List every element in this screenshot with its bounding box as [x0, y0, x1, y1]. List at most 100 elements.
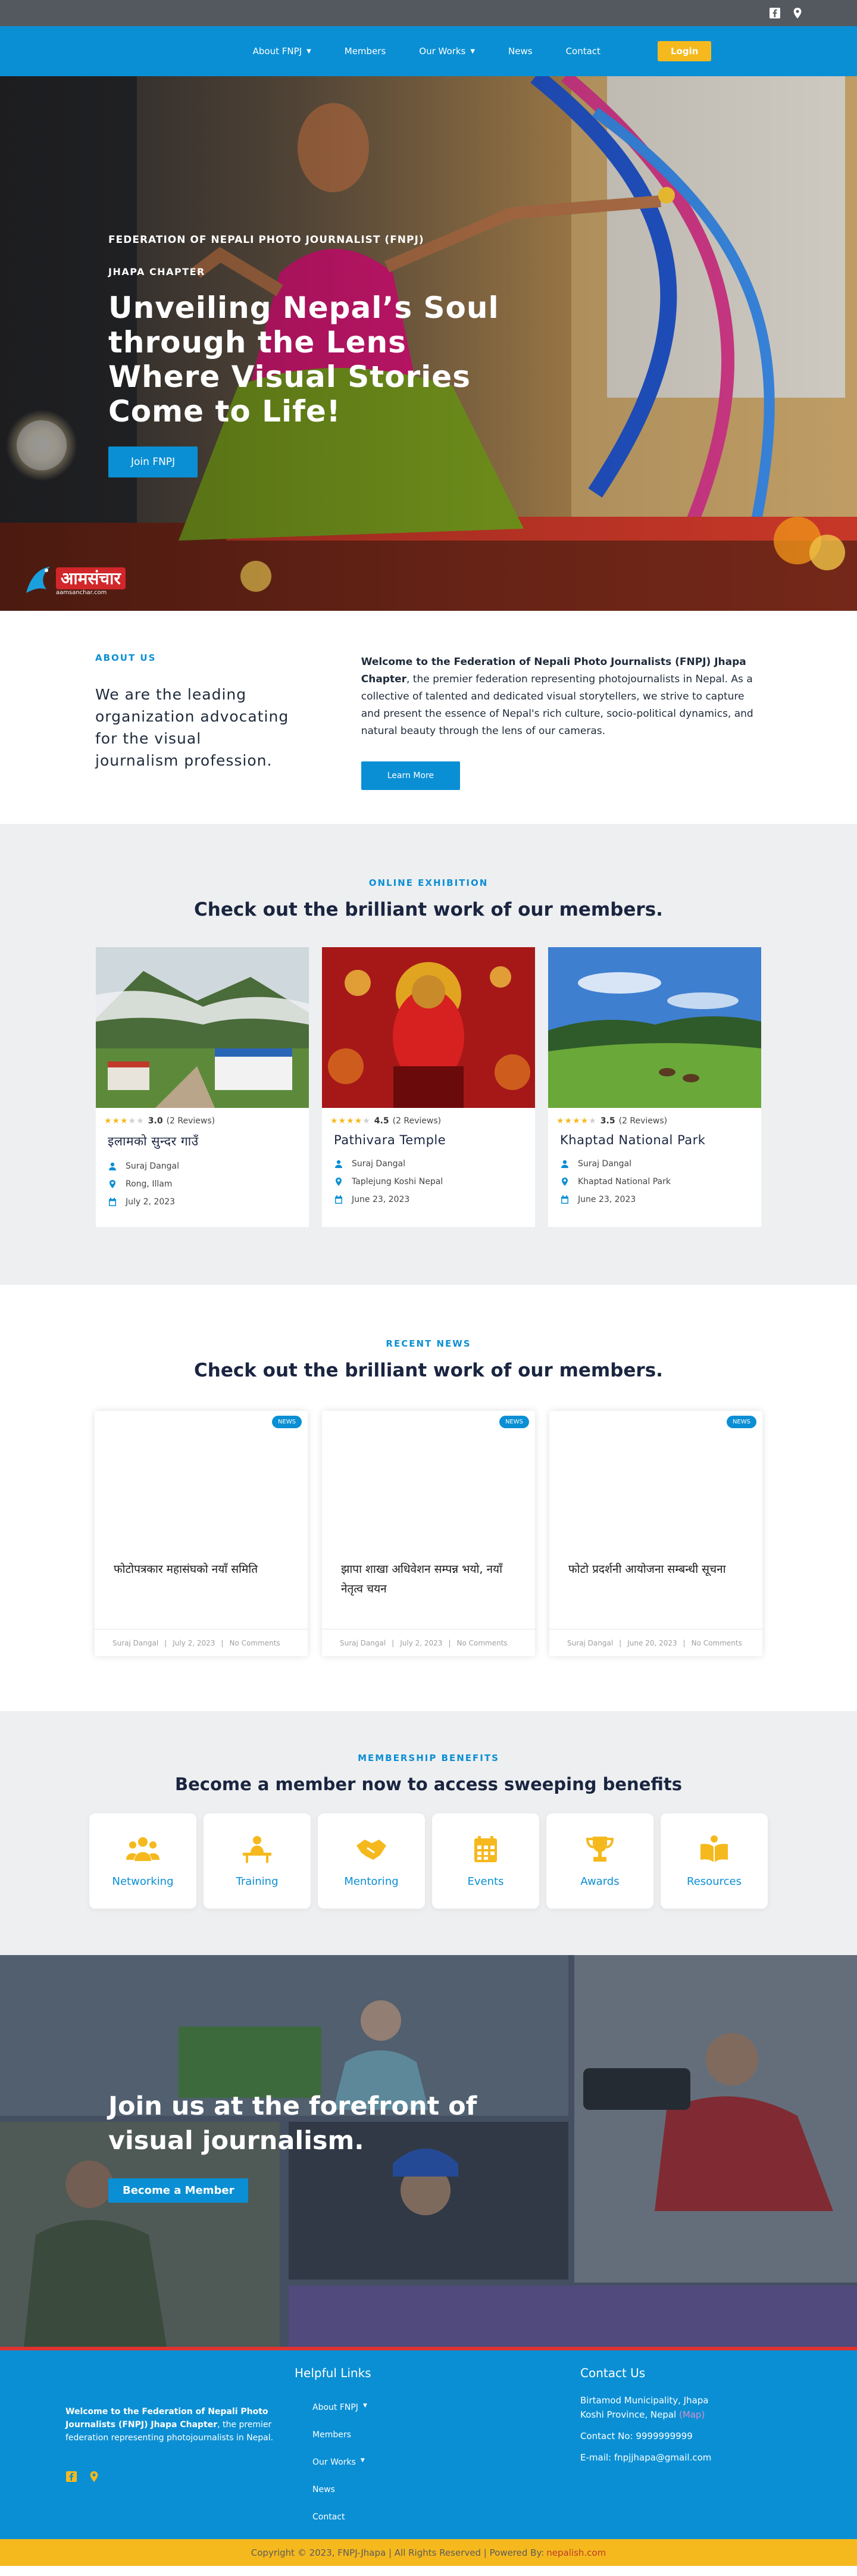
star-rating-icon: ★★★★★ — [104, 1116, 145, 1126]
date-text: June 23, 2023 — [352, 1195, 410, 1204]
login-button[interactable]: Login — [657, 41, 712, 61]
meta-date: July 2, 2023 — [108, 1197, 309, 1207]
map-pin-icon[interactable] — [792, 7, 803, 19]
benefit-label: Awards — [580, 1875, 620, 1888]
exhibition-image-khaptad[interactable] — [548, 947, 761, 1108]
benefit-label: Mentoring — [344, 1875, 399, 1888]
footer-contact-title: Contact Us — [580, 2366, 646, 2380]
nav-about-fnpj[interactable]: About FNPJ ▼ — [253, 46, 311, 57]
news-card[interactable]: NEWS फोटोपत्रकार महासंघको नयाँ समिति Sur… — [95, 1411, 308, 1656]
news-card-title[interactable]: फोटो प्रदर्शनी आयोजना सम्बन्धी सूचना — [568, 1560, 745, 1579]
meta-location: Taplejung Koshi Nepal — [334, 1177, 535, 1186]
join-fnpj-button[interactable]: Join FNPJ — [108, 446, 198, 477]
benefit-resources[interactable]: Resources — [661, 1813, 768, 1909]
exhibition-card[interactable]: ★★★★★ 3.5 (2 Reviews) Khaptad National Par… — [548, 947, 761, 1227]
handshake-icon — [354, 1835, 389, 1863]
rating-reviews: (2 Reviews) — [618, 1116, 668, 1126]
presentation-icon — [240, 1835, 274, 1863]
nav-our-works[interactable]: Our Works ▼ — [419, 46, 475, 57]
date-text: July 2, 2023 — [126, 1197, 176, 1207]
news-card-footer: Suraj Dangal | July 2, 2023 | No Comments — [322, 1629, 535, 1656]
news-card-footer: Suraj Dangal | June 20, 2023 | No Comments — [549, 1629, 762, 1656]
chevron-down-icon: ▼ — [362, 2403, 367, 2409]
benefit-awards[interactable]: Awards — [546, 1813, 653, 1909]
membership-title: Become a member now to access sweeping b… — [175, 1774, 682, 1794]
aamsanchar-bird-icon — [26, 567, 50, 593]
author-name: Suraj Dangal — [352, 1159, 406, 1169]
join-content: Join us at the forefront of visual journ… — [108, 2089, 489, 2203]
news-card[interactable]: NEWS फोटो प्रदर्शनी आयोजना सम्बन्धी सूचन… — [549, 1411, 762, 1656]
footer-link-contact[interactable]: Contact — [312, 2512, 371, 2540]
news-author: Suraj Dangal — [567, 1638, 614, 1647]
meta-date: June 23, 2023 — [560, 1195, 761, 1204]
footer-email[interactable]: E-mail: fnpjjhapa@gmail.com — [580, 2450, 711, 2465]
separator: | — [683, 1638, 686, 1647]
footer-contact: Contact Us Birtamod Municipality, Jhapa K… — [580, 2366, 711, 2465]
map-link[interactable]: (Map) — [679, 2409, 705, 2420]
footer-link-our-works[interactable]: Our Works ▼ — [312, 2458, 371, 2485]
benefit-training[interactable]: Training — [204, 1813, 311, 1909]
nav-news[interactable]: News — [508, 46, 533, 57]
news-author: Suraj Dangal — [340, 1638, 386, 1647]
about-left: ABOUT US We are the leading organization… — [95, 652, 290, 824]
news-comments[interactable]: No Comments — [692, 1639, 742, 1647]
footer-link-label: Our Works — [312, 2458, 356, 2467]
separator: | — [392, 1638, 395, 1647]
news-card[interactable]: NEWS झापा शाखा अधिवेशन सम्पन्न भयो, नयाँ… — [322, 1411, 535, 1656]
footer-link-about-fnpj[interactable]: About FNPJ ▼ — [312, 2403, 371, 2430]
footer-link-label: News — [312, 2485, 335, 2494]
benefit-events[interactable]: Events — [432, 1813, 539, 1909]
join-heading: Join us at the forefront of visual journ… — [108, 2091, 477, 2156]
exhibition-card-title[interactable]: Pathivara Temple — [322, 1126, 535, 1147]
news-badge: NEWS — [499, 1416, 529, 1428]
separator: | — [448, 1638, 451, 1647]
footer-link-members[interactable]: Members — [312, 2430, 371, 2458]
membership-eyebrow: MEMBERSHIP BENEFITS — [358, 1753, 499, 1763]
nav-label: Members — [344, 46, 386, 57]
about-right: Welcome to the Federation of Nepali Phot… — [361, 652, 762, 824]
facebook-icon[interactable] — [65, 2471, 77, 2483]
nav-members[interactable]: Members — [345, 46, 386, 57]
become-member-button[interactable]: Become a Member — [108, 2178, 249, 2203]
benefit-networking[interactable]: Networking — [89, 1813, 196, 1909]
map-pin-icon[interactable] — [88, 2471, 100, 2483]
exhibition-card-meta: Suraj Dangal Rong, Illam July 2, 2023 — [96, 1150, 309, 1207]
nav-contact[interactable]: Contact — [566, 46, 600, 57]
learn-more-button[interactable]: Learn More — [361, 761, 461, 790]
powered-by-link[interactable]: nepalish.com — [546, 2547, 606, 2558]
chevron-down-icon: ▼ — [470, 48, 476, 55]
meta-location: Khaptad National Park — [560, 1177, 761, 1186]
news-card-footer: Suraj Dangal | July 2, 2023 | No Comments — [95, 1629, 308, 1656]
exhibition-image-ilam[interactable] — [96, 947, 309, 1108]
news-card-title[interactable]: झापा शाखा अधिवेशन सम्पन्न भयो, नयाँ नेतृ… — [341, 1560, 517, 1599]
footer-phone[interactable]: Contact No: 9999999999 — [580, 2429, 711, 2443]
nav-label: Our Works — [419, 46, 466, 57]
benefit-mentoring[interactable]: Mentoring — [318, 1813, 425, 1909]
star-rating-icon: ★★★★★ — [330, 1116, 371, 1126]
news-card-title[interactable]: फोटोपत्रकार महासंघको नयाँ समिति — [114, 1560, 290, 1579]
exhibition-image-pathivara[interactable] — [322, 947, 535, 1108]
exhibition-card-title[interactable]: Khaptad National Park — [548, 1126, 761, 1147]
calendar-icon — [334, 1195, 343, 1204]
exhibition-card-meta: Suraj Dangal Taplejung Koshi Nepal June … — [322, 1147, 535, 1204]
news-date: July 2, 2023 — [173, 1638, 215, 1647]
exhibition-card[interactable]: ★★★★★ 3.0 (2 Reviews) इलामको सुन्दर गाउँ S… — [96, 947, 309, 1227]
hero-subtitle: JHAPA CHAPTER — [108, 266, 205, 277]
footer-link-news[interactable]: News — [312, 2485, 371, 2512]
copyright-bar: Copyright © 2023, FNPJ-Jhapa | All Right… — [0, 2539, 857, 2566]
facebook-icon[interactable] — [769, 7, 781, 19]
footer-link-label: About FNPJ — [312, 2403, 358, 2412]
exhibition-card-title[interactable]: इलामको सुन्दर गाउँ — [96, 1126, 309, 1150]
location-text: Rong, Illam — [126, 1179, 173, 1189]
membership-section: MEMBERSHIP BENEFITS Become a member now … — [0, 1711, 857, 1955]
top-bar — [0, 0, 857, 26]
news-comments[interactable]: No Comments — [229, 1639, 280, 1647]
news-comments[interactable]: No Comments — [456, 1639, 507, 1647]
copyright-text: Copyright © 2023, FNPJ-Jhapa | All Right… — [251, 2547, 545, 2558]
meta-author: Suraj Dangal — [560, 1159, 761, 1169]
rating-row: ★★★★★ 3.5 (2 Reviews) — [548, 1108, 761, 1126]
footer-links-title: Helpful Links — [295, 2366, 371, 2380]
exhibition-card[interactable]: ★★★★★ 4.5 (2 Reviews) Pathivara Temple Sur… — [322, 947, 535, 1227]
meta-author: Suraj Dangal — [108, 1161, 309, 1171]
footer-link-label: Members — [312, 2430, 351, 2440]
